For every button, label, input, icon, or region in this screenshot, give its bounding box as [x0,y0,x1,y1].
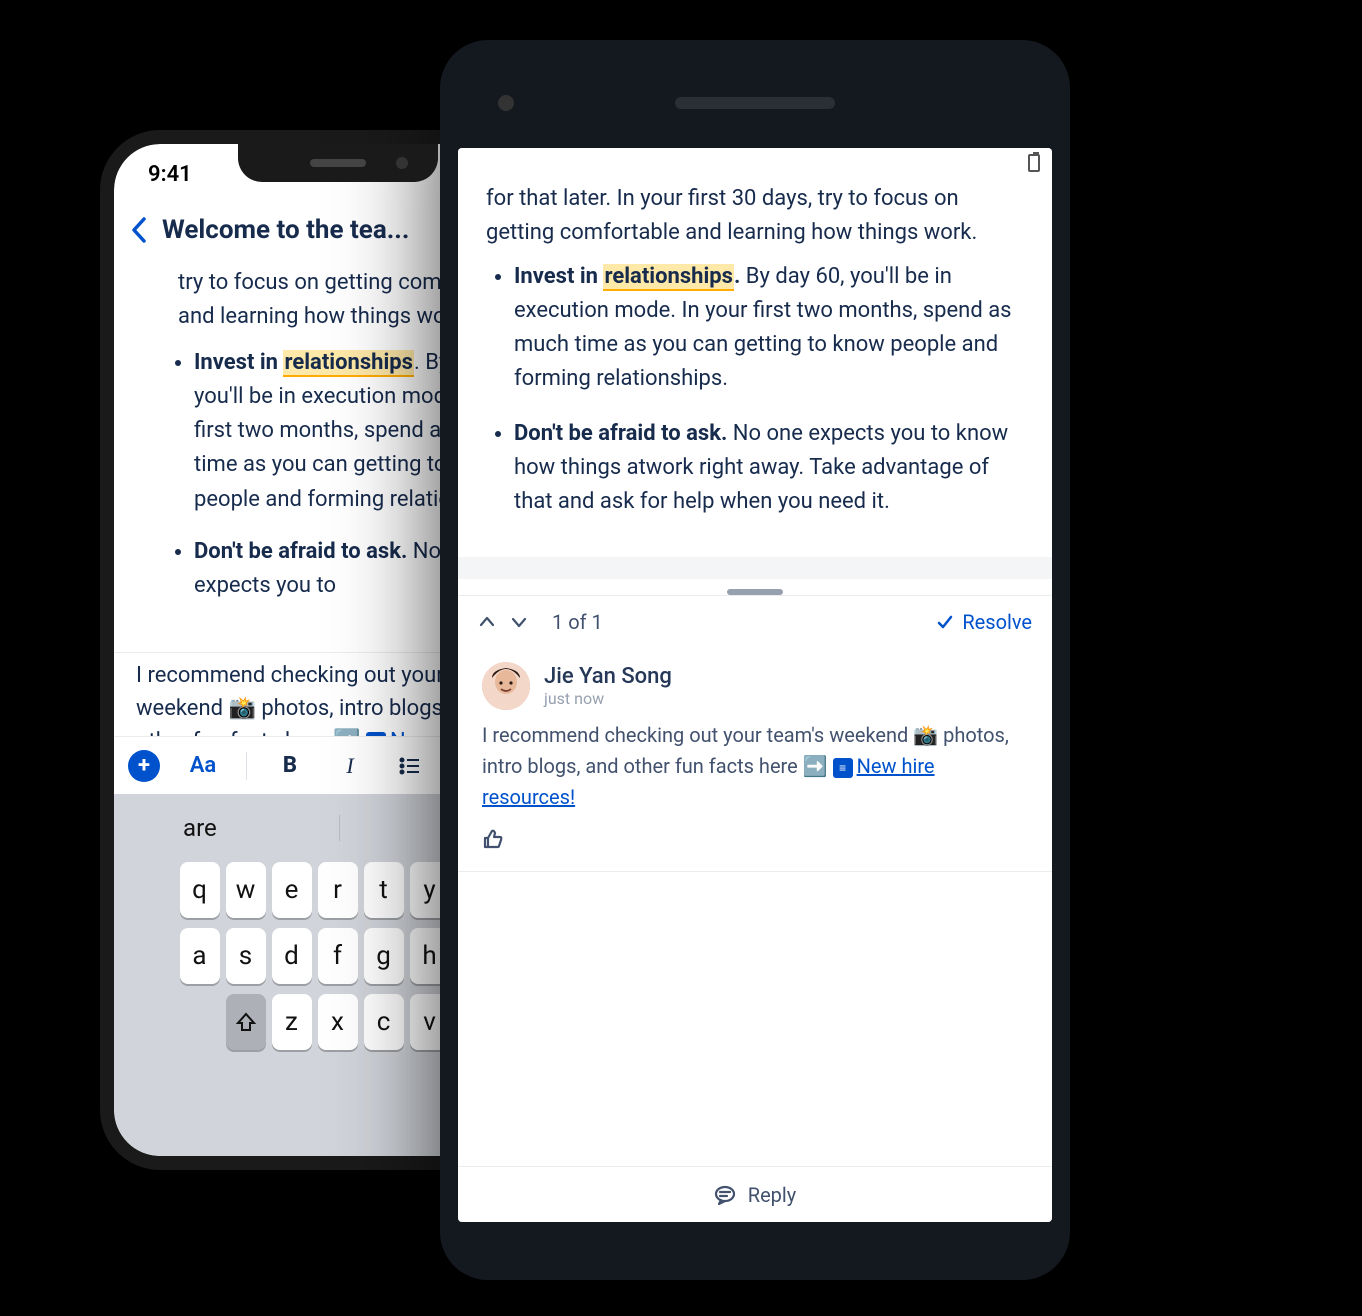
status-time: 9:41 [148,162,192,187]
front-camera [396,157,408,169]
comment-author: Jie Yan Song [544,664,672,689]
android-bezel [458,58,1052,148]
prediction[interactable]: are [183,814,217,842]
highlight-relationships[interactable]: relationships [283,350,413,377]
comment-text: I recommend checking out your team's wee… [482,720,1028,813]
key-w[interactable]: w [226,862,266,918]
key-x[interactable]: x [318,994,358,1050]
speaker-grille [675,97,835,109]
comment-count: 1 of 1 [552,610,922,634]
check-icon [936,613,954,631]
key-z[interactable]: z [272,994,312,1050]
android-screen: for that later. In your first 30 days, t… [458,148,1052,1222]
bold-segment: Invest in [194,350,283,375]
comment-nav: 1 of 1 Resolve [458,595,1052,648]
panel-gap [458,557,1052,579]
back-icon[interactable] [130,215,148,245]
comment-time: just now [544,689,672,708]
prev-comment-icon[interactable] [478,613,496,631]
key-f[interactable]: f [318,928,358,984]
next-comment-icon[interactable] [510,613,528,631]
bold-segment: Don't be afraid to ask. [514,421,727,446]
key-e[interactable]: e [272,862,312,918]
bold-button[interactable]: B [273,749,307,783]
bold-segment: Don't be afraid to ask. [194,539,407,564]
bold-segment: Invest in [514,264,603,289]
toolbar-separator [246,752,247,780]
add-button[interactable]: + [128,750,160,782]
bullet-list-button[interactable] [393,749,427,783]
highlight-relationships[interactable]: relationships [603,264,733,291]
key-q[interactable]: q [180,862,220,918]
bullet-invest: Invest in relationships. By day 60, you'… [514,260,1024,396]
resolve-label: Resolve [962,610,1032,634]
iphone-notch [238,144,438,182]
speaker-grille [310,159,366,167]
like-button[interactable] [482,827,1028,853]
key-t[interactable]: t [364,862,404,918]
key-g[interactable]: g [364,928,404,984]
android-device: for that later. In your first 30 days, t… [440,40,1070,1280]
resolve-button[interactable]: Resolve [936,610,1032,634]
key-r[interactable]: r [318,862,358,918]
front-camera [498,95,514,111]
comment: Jie Yan Song just now I recommend checki… [458,648,1052,872]
document-body[interactable]: for that later. In your first 30 days, t… [458,178,1052,557]
key-d[interactable]: d [272,928,312,984]
key-s[interactable]: s [226,928,266,984]
shift-key[interactable] [226,994,266,1050]
reply-button[interactable]: Reply [458,1166,1052,1222]
key-c[interactable]: c [364,994,404,1050]
avatar[interactable] [482,662,530,710]
status-bar [458,148,1052,178]
cutoff-text: for that later. In your first 30 days, t… [486,186,977,245]
bullet-ask: Don't be afraid to ask. No one expects y… [514,417,1024,519]
reply-label: Reply [748,1183,797,1207]
text-style-button[interactable]: Aa [186,749,220,783]
reply-icon [714,1184,736,1206]
key-a[interactable]: a [180,928,220,984]
battery-icon [1028,154,1040,172]
italic-button[interactable]: I [333,749,367,783]
doc-icon: ≡ [833,758,853,778]
